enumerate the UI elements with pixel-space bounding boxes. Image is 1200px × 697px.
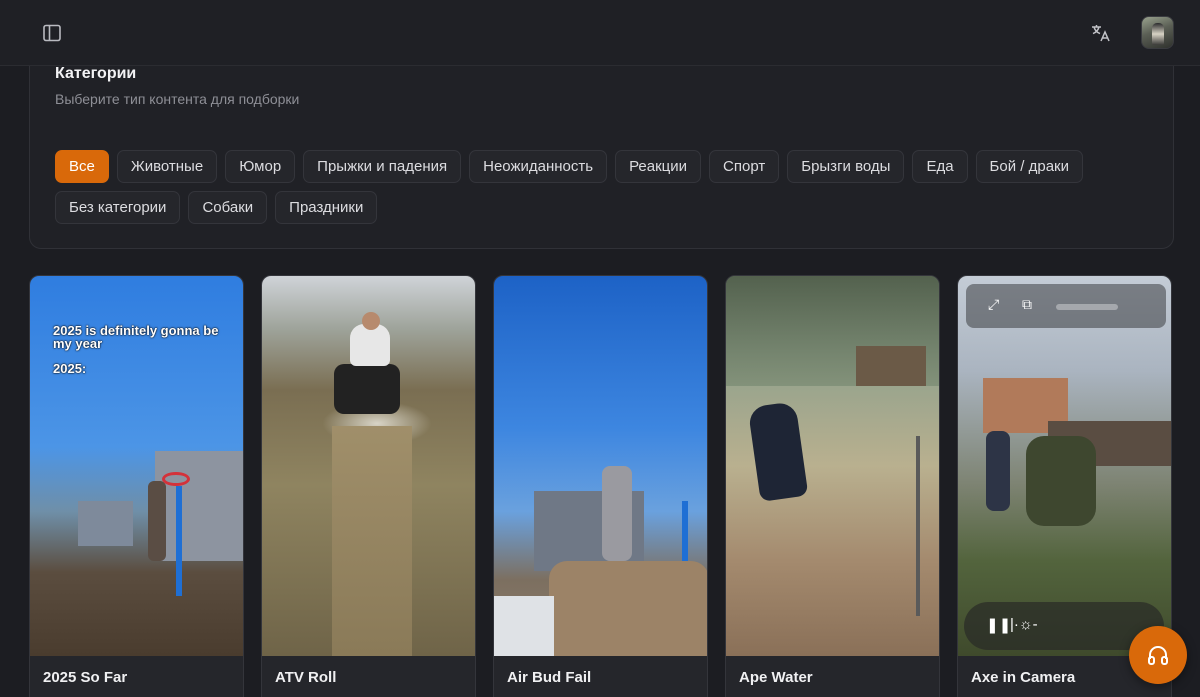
video-title: 2025 So Far [43,669,128,686]
trail-shape [332,426,412,656]
rider-shape [350,324,390,366]
atv-shape [334,364,400,414]
chip-humor[interactable]: Юмор [225,150,296,183]
brush-shape [1026,436,1096,526]
top-bar [0,0,1200,66]
chip-fights[interactable]: Бой / драки [975,150,1083,183]
chimp-shape [747,401,809,502]
person-shape [986,431,1010,511]
video-card[interactable]: Air Bud Fail [493,275,708,697]
chip-reactions[interactable]: Реакции [615,150,702,183]
chip-animals[interactable]: Животные [116,150,218,183]
overlay-caption-line: 2025: [53,361,87,376]
translate-icon[interactable] [1084,16,1118,50]
person-shape [602,466,632,561]
fence-post-shape [916,436,920,616]
sidebar-toggle-icon[interactable] [35,16,69,50]
deck-shape [856,346,926,386]
video-title: ATV Roll [275,669,337,686]
shed-shape [78,501,133,546]
overlay-caption-line: my year [53,336,103,351]
chip-jumps-falls[interactable]: Прыжки и падения [303,150,462,183]
headphones-icon [1148,646,1168,665]
video-title: Air Bud Fail [507,669,592,686]
hoop-pole-shape [176,486,182,596]
house-shape [155,451,243,561]
video-title: Axe in Camera [971,669,1076,686]
chip-water-splash[interactable]: Брызги воды [787,150,905,183]
fullscreen-icon[interactable]: ⤢ [988,296,999,313]
user-avatar[interactable] [1141,16,1174,49]
video-thumbnail[interactable] [726,276,939,656]
video-thumbnail[interactable]: ⤢ ⧉ ❚❚ |·☼- [958,276,1171,656]
categories-title: Категории [55,65,137,82]
pause-icon[interactable]: ❚❚ [986,616,1011,634]
video-thumbnail[interactable] [494,276,707,656]
rider-head-shape [362,312,380,330]
categories-subtitle: Выберите тип контента для подборки [55,91,300,107]
chip-surprise[interactable]: Неожиданность [469,150,608,183]
category-chip-list: Все Животные Юмор Прыжки и падения Неожи… [55,150,1145,224]
hoop-rim-shape [162,472,190,486]
chip-uncategorized[interactable]: Без категории [55,191,181,224]
video-thumbnail[interactable]: 2025 is definitely gonna be my year 2025… [30,276,243,656]
chip-sport[interactable]: Спорт [709,150,780,183]
video-top-controls: ⤢ ⧉ [966,284,1166,328]
ramp-shape [549,561,707,656]
video-thumbnail[interactable] [262,276,475,656]
chip-dogs[interactable]: Собаки [188,191,268,224]
video-card[interactable]: Ape Water [725,275,940,697]
person-shape [148,481,166,561]
loading-icon: |·☼- [1010,616,1038,633]
picture-in-picture-icon[interactable]: ⧉ [1022,296,1032,313]
video-grid: 2025 is definitely gonna be my year 2025… [29,275,1174,697]
categories-panel: Категории Выберите тип контента для подб… [29,40,1174,249]
video-title: Ape Water [739,669,813,686]
headphones-button[interactable] [1129,626,1187,684]
video-card[interactable]: 2025 is definitely gonna be my year 2025… [29,275,244,697]
chip-all[interactable]: Все [55,150,109,183]
volume-slider[interactable] [1056,304,1118,310]
video-card[interactable]: ATV Roll [261,275,476,697]
snow-shape [494,596,554,656]
chip-food[interactable]: Еда [912,150,968,183]
chip-holidays[interactable]: Праздники [275,191,378,224]
